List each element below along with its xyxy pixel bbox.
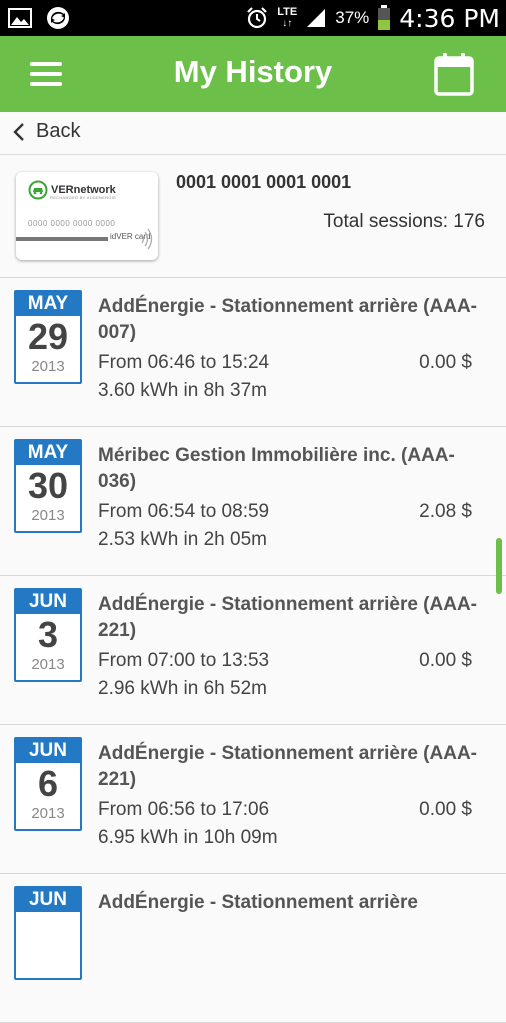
date-year: 2013	[31, 805, 65, 822]
date-badge: JUN	[14, 886, 82, 980]
network-type-label: LTE	[277, 6, 298, 18]
signal-strength-icon	[307, 9, 326, 27]
date-month: JUN	[16, 590, 80, 614]
session-item[interactable]: JUN AddÉnergie - Stationnement arrière	[0, 874, 506, 1023]
session-price: 0.00 $	[419, 799, 472, 820]
session-price: 2.08 $	[419, 501, 472, 522]
session-times: From 06:54 to 08:59	[98, 501, 270, 522]
date-badge: MAY 29 2013	[14, 290, 82, 384]
network-type-indicator: LTE ↓↑	[277, 6, 298, 30]
date-month: MAY	[16, 292, 80, 316]
date-day: 30	[27, 465, 69, 506]
date-year: 2013	[31, 358, 65, 375]
date-badge: JUN 3 2013	[14, 588, 82, 682]
app-bar: My History	[0, 36, 506, 112]
contactless-icon	[141, 228, 153, 250]
total-sessions: Total sessions: 176	[323, 211, 485, 232]
session-energy: 2.96 kWh in 6h 52m	[98, 678, 267, 699]
charging-card-image: VERnetwork RECHARGED BY ADDENERGIE 0000 …	[16, 172, 158, 260]
session-times: From 07:00 to 13:53	[98, 650, 270, 671]
date-badge: MAY 30 2013	[14, 439, 82, 533]
card-number: 0001 0001 0001 0001	[176, 172, 352, 192]
battery-icon	[378, 5, 391, 30]
back-bar: Back	[0, 112, 506, 155]
date-year: 2013	[31, 656, 65, 673]
station-name: Méribec Gestion Immobilière inc. (AAA-03…	[98, 445, 455, 492]
card-printed-number: 0000 0000 0000 0000	[28, 219, 116, 228]
date-month: JUN	[16, 739, 80, 763]
session-item[interactable]: JUN 3 2013 AddÉnergie - Stationnement ar…	[0, 576, 506, 725]
back-button[interactable]: Back	[12, 120, 80, 143]
gallery-notification-icon	[8, 8, 32, 28]
clock: 4:36 PM	[399, 3, 500, 33]
card-stripe	[16, 237, 108, 241]
alarm-clock-icon	[247, 7, 268, 29]
station-name: AddÉnergie - Stationnement arrière (AAA-…	[98, 743, 477, 790]
session-item[interactable]: MAY 30 2013 Méribec Gestion Immobilière …	[0, 427, 506, 576]
status-bar: LTE ↓↑ 37% 4:36 PM	[0, 0, 506, 36]
session-price: 0.00 $	[419, 352, 472, 373]
car-plug-icon	[28, 180, 48, 200]
calendar-icon[interactable]	[434, 52, 474, 96]
date-day: 6	[37, 763, 59, 804]
scrollbar[interactable]	[496, 538, 502, 594]
session-energy: 2.53 kWh in 2h 05m	[98, 529, 267, 550]
sync-notification-icon	[47, 7, 69, 29]
session-item[interactable]: JUN 6 2013 AddÉnergie - Stationnement ar…	[0, 725, 506, 874]
session-energy: 3.60 kWh in 8h 37m	[98, 380, 267, 401]
battery-percentage: 37%	[335, 8, 370, 27]
date-badge: JUN 6 2013	[14, 737, 82, 831]
session-energy: 6.95 kWh in 10h 09m	[98, 827, 278, 848]
session-times: From 06:56 to 17:06	[98, 799, 270, 820]
date-year: 2013	[31, 507, 65, 524]
session-item[interactable]: MAY 29 2013 AddÉnergie - Stationnement a…	[0, 278, 506, 427]
station-name: AddÉnergie - Stationnement arrière (AAA-…	[98, 594, 477, 641]
page-title: My History	[173, 54, 333, 89]
card-summary: VERnetwork RECHARGED BY ADDENERGIE 0000 …	[0, 155, 506, 278]
session-times: From 06:46 to 15:24	[98, 352, 270, 373]
date-month: MAY	[16, 441, 80, 465]
session-price: 0.00 $	[419, 650, 472, 671]
chevron-left-icon	[13, 122, 24, 141]
back-label: Back	[36, 120, 81, 142]
date-day: 3	[37, 614, 59, 655]
date-month: JUN	[16, 888, 80, 912]
station-name: AddÉnergie - Stationnement arrière (AAA-…	[98, 296, 477, 343]
station-name: AddÉnergie - Stationnement arrière	[98, 892, 418, 913]
date-day: 29	[27, 316, 69, 357]
card-logo-subtitle: RECHARGED BY ADDENERGIE	[50, 195, 117, 200]
